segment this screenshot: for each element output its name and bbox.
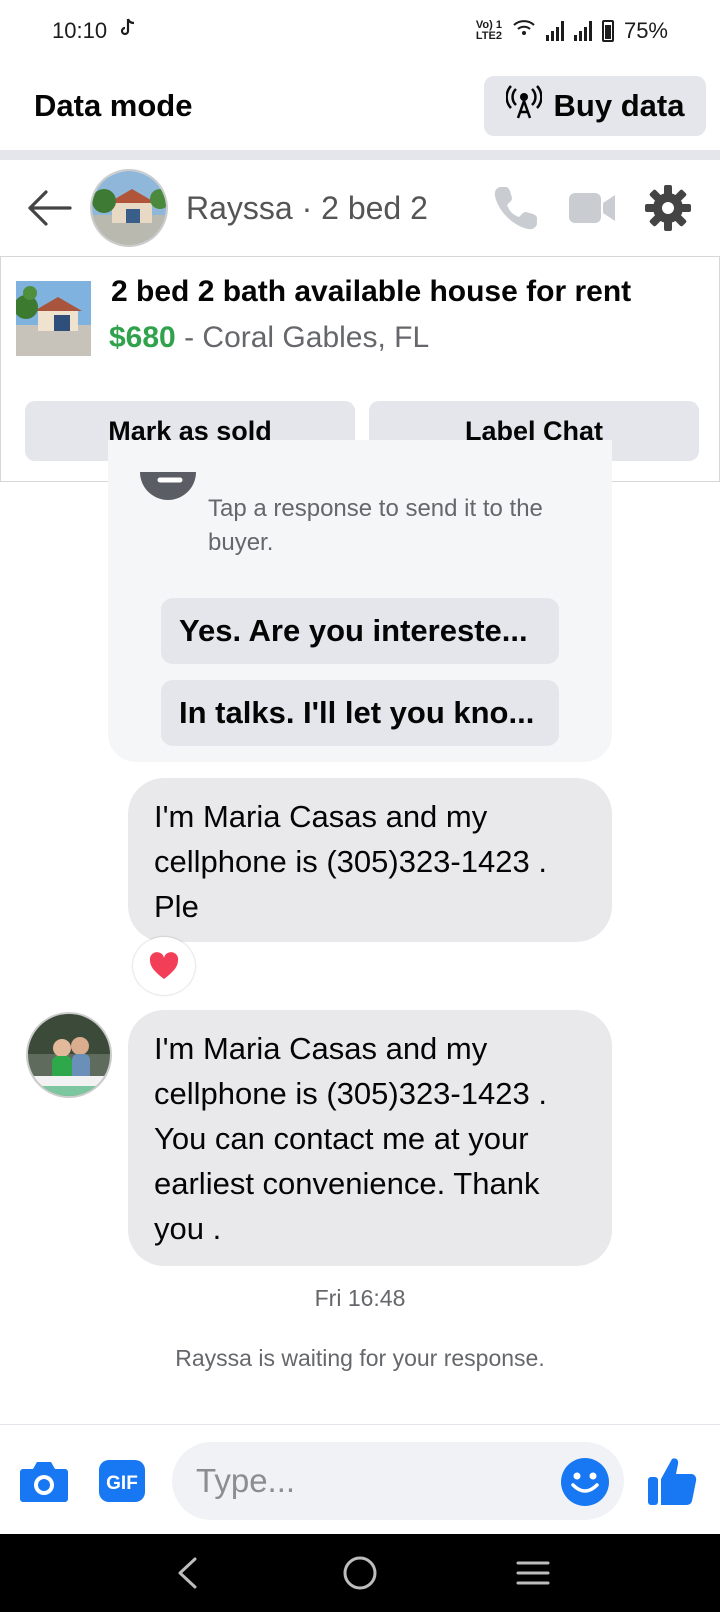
message-composer: GIF bbox=[0, 1424, 720, 1534]
sender-avatar[interactable] bbox=[26, 1012, 112, 1098]
quick-reply-2[interactable]: In talks. I'll let you kno... bbox=[161, 680, 559, 746]
signal-icon-2 bbox=[573, 21, 592, 41]
volte-indicator: Vo) 1 LTE2 bbox=[475, 19, 502, 42]
listing-title: 2 bed 2 bath available house for rent bbox=[111, 275, 632, 308]
message-bubble[interactable]: I'm Maria Casas and my cellphone is (305… bbox=[128, 1010, 612, 1266]
phone-call-icon[interactable] bbox=[488, 180, 544, 236]
status-time: 10:10 bbox=[52, 18, 108, 43]
gif-icon[interactable]: GIF bbox=[96, 1455, 148, 1507]
listing-thumbnail[interactable] bbox=[16, 281, 91, 356]
battery-icon bbox=[601, 20, 614, 42]
status-bar: 10:10 Vo) 1 LTE2 75% bbox=[0, 0, 720, 62]
antenna-icon bbox=[504, 85, 543, 127]
wifi-icon bbox=[512, 18, 536, 44]
quick-reply-1[interactable]: Yes. Are you intereste... bbox=[161, 598, 559, 664]
divider bbox=[0, 150, 720, 160]
data-mode-title: Data mode bbox=[34, 88, 193, 123]
heart-reaction-icon[interactable] bbox=[133, 937, 195, 995]
chat-header: Rayssa · 2 bed 2 bbox=[0, 160, 720, 256]
listing-subtitle: $680 - Coral Gables, FL bbox=[109, 321, 429, 355]
chat-title[interactable]: Rayssa · 2 bed 2 bbox=[186, 190, 468, 227]
listing-avatar[interactable] bbox=[90, 169, 168, 247]
buy-data-button[interactable]: Buy data bbox=[484, 76, 706, 136]
video-call-icon[interactable] bbox=[564, 180, 620, 236]
tiktok-icon bbox=[119, 18, 135, 44]
message-bubble[interactable]: I'm Maria Casas and my cellphone is (305… bbox=[128, 778, 612, 942]
emoji-icon[interactable] bbox=[560, 1457, 610, 1507]
listing-price: $680 bbox=[109, 321, 176, 354]
back-arrow-icon[interactable] bbox=[24, 183, 74, 233]
camera-icon[interactable] bbox=[18, 1455, 70, 1507]
suggestion-icon bbox=[140, 440, 196, 508]
signal-icon bbox=[545, 21, 564, 41]
suggestion-hint: Tap a response to send it to the buyer. bbox=[208, 495, 543, 556]
data-mode-bar: Data mode Buy data bbox=[0, 62, 720, 150]
nav-back-icon[interactable] bbox=[157, 1543, 217, 1603]
nav-home-icon[interactable] bbox=[330, 1543, 390, 1603]
settings-gear-icon[interactable] bbox=[640, 180, 696, 236]
message-timestamp: Fri 16:48 bbox=[314, 1285, 406, 1311]
waiting-notice: Rayssa is waiting for your response. bbox=[175, 1345, 545, 1371]
system-nav-bar bbox=[0, 1534, 720, 1612]
battery-percent: 75% bbox=[623, 18, 668, 43]
listing-location: - Coral Gables, FL bbox=[175, 321, 430, 354]
thumbs-up-icon[interactable] bbox=[642, 1455, 702, 1507]
message-input[interactable] bbox=[172, 1442, 624, 1520]
nav-recents-icon[interactable] bbox=[503, 1543, 563, 1603]
buy-data-label: Buy data bbox=[553, 88, 685, 123]
gif-label: GIF bbox=[106, 1473, 138, 1494]
